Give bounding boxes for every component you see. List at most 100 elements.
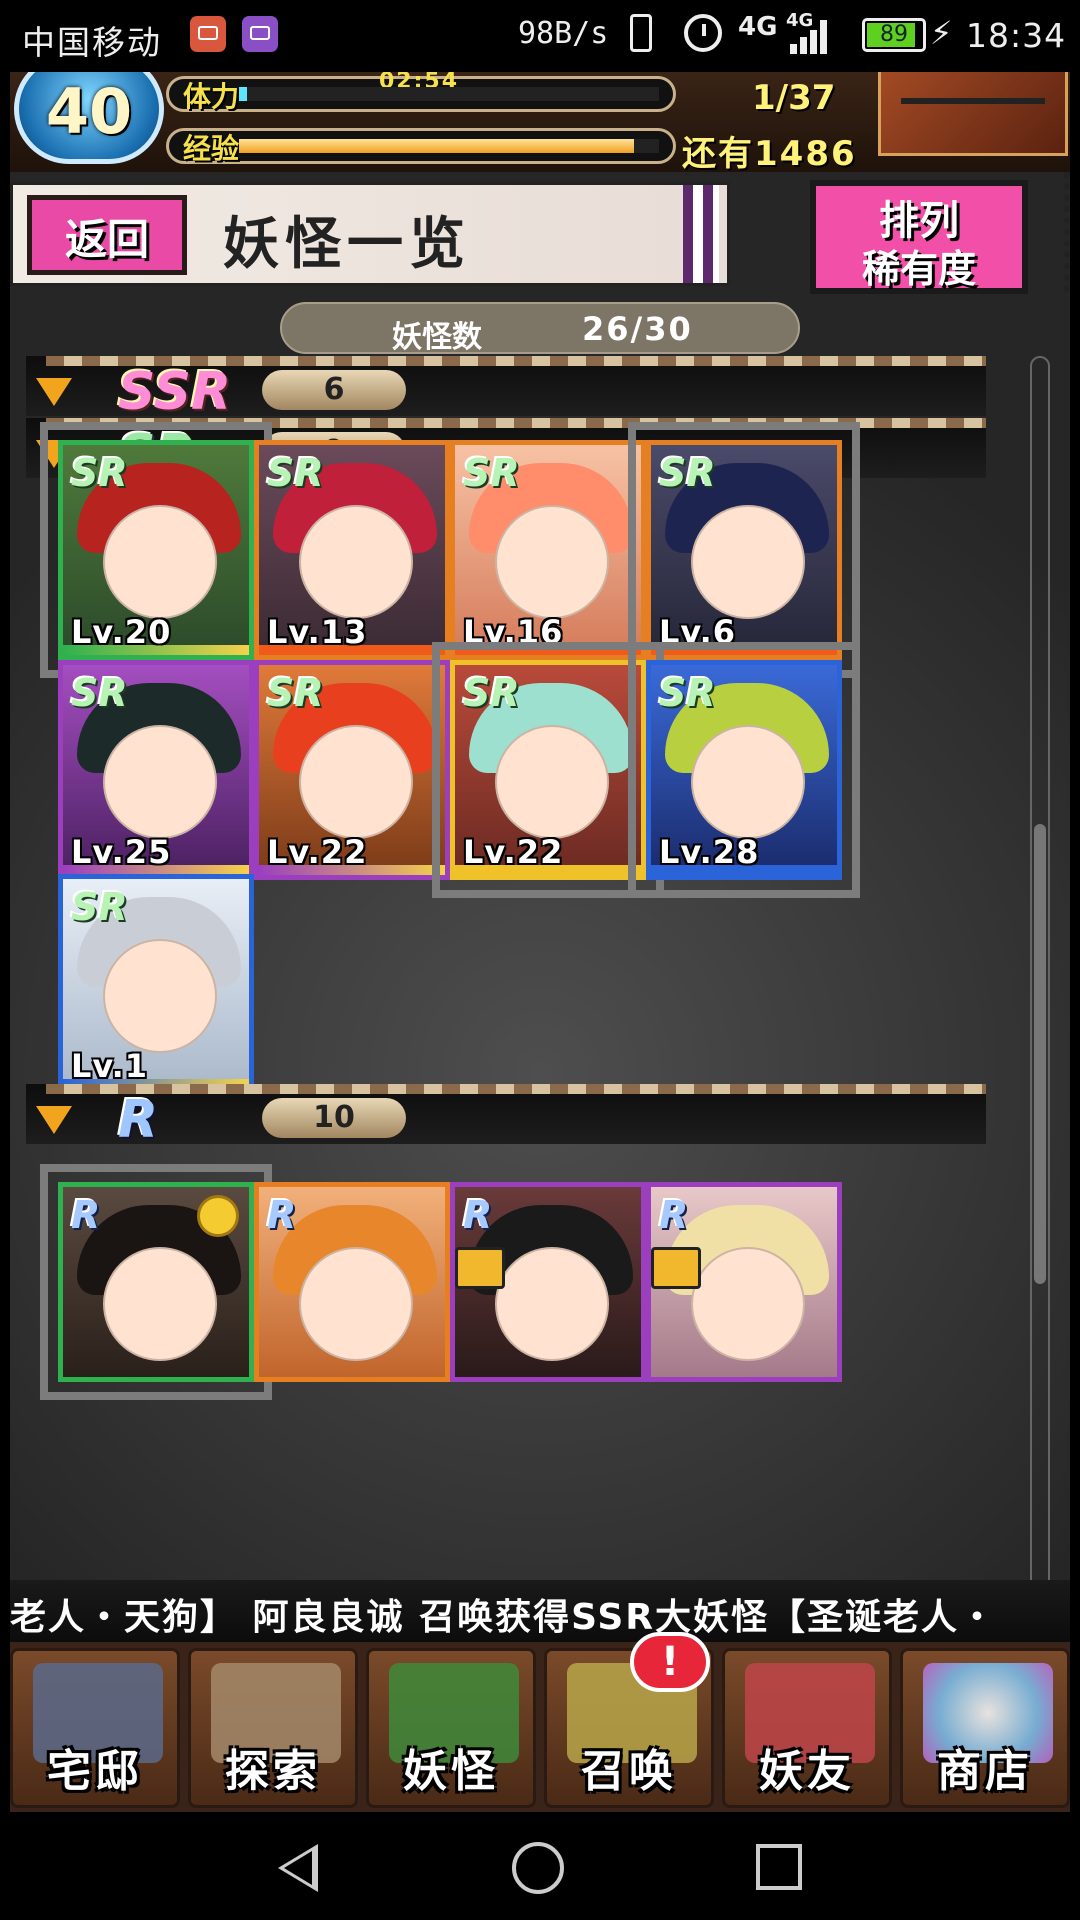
stamina-fill — [239, 87, 248, 101]
ssr-count: 6 — [262, 370, 406, 410]
back-button[interactable]: 返回 — [27, 195, 187, 275]
battery-level: 89 — [880, 22, 908, 47]
monster-card[interactable]: SR Lv.20 — [40, 422, 272, 678]
player-hud: 体力 02:54 经验 1/37 还有1486 40 — [10, 72, 1070, 174]
scrollbar-thumb[interactable] — [1034, 824, 1046, 1284]
recent-apps-icon[interactable] — [756, 1844, 802, 1890]
rarity-ssr-label: SSR — [118, 362, 232, 422]
scrollbar[interactable] — [1030, 356, 1050, 1646]
back-icon[interactable] — [278, 1844, 318, 1892]
rarity-badge: R — [267, 1193, 297, 1237]
monster-card[interactable]: SR Lv.22 — [432, 642, 664, 898]
stamina-bar: 体力 02:54 — [166, 72, 676, 113]
expand-arrow-icon — [36, 1106, 72, 1134]
nav-shop-label: 商店 — [937, 1746, 1033, 1797]
exp-fill — [239, 139, 634, 153]
expand-arrow-icon — [36, 378, 72, 406]
monster-count: 妖怪数 26/30 — [280, 302, 800, 355]
monster-card[interactable]: SR Lv.25 — [58, 660, 254, 880]
card-level: Lv.22 — [267, 833, 368, 871]
monster-card[interactable]: R — [40, 1164, 272, 1400]
signal-icon — [790, 20, 836, 54]
carrier-name: 中国移动 — [22, 23, 162, 62]
monster-card[interactable]: R — [646, 1182, 842, 1382]
nav-summon-label: 召唤 — [581, 1746, 677, 1797]
message-app-icon — [190, 16, 226, 52]
lock-icon — [455, 1247, 505, 1289]
medal-icon — [197, 1195, 239, 1237]
rarity-badge: SR — [463, 451, 520, 495]
charging-icon: ⚡ — [930, 14, 953, 52]
monster-card[interactable]: R — [254, 1182, 450, 1382]
network-type-1: 4G — [738, 12, 778, 42]
banner-stripe — [683, 185, 719, 283]
nav-explore-label: 探索 — [225, 1746, 321, 1797]
nav-home[interactable]: 宅邸 — [10, 1648, 180, 1808]
rarity-badge: SR — [267, 671, 324, 715]
ticker-text: 老人・天狗】 阿良良诚 召唤获得SSR大妖怪【圣诞老人・ — [10, 1597, 998, 1638]
rarity-badge: R — [659, 1193, 689, 1237]
rarity-badge: SR — [659, 451, 716, 495]
player-level-badge: 40 — [14, 72, 164, 164]
card-level: Lv.16 — [463, 613, 564, 651]
game-screen: 体力 02:54 经验 1/37 还有1486 40 返回 妖怪一览 排列 稀有… — [10, 72, 1070, 1812]
page-header: 返回 妖怪一览 — [10, 182, 730, 286]
rarity-badge: SR — [463, 671, 520, 715]
section-r-header[interactable]: R 10 — [26, 1084, 986, 1150]
nav-home-label: 宅邸 — [47, 1746, 143, 1797]
bottom-nav: 宅邸 探索 妖怪 召唤 妖友 商店 — [10, 1642, 1070, 1812]
monster-card[interactable]: SR Lv.6 — [628, 422, 860, 678]
monster-card[interactable]: R — [450, 1182, 646, 1382]
sort-button[interactable]: 排列 稀有度 — [810, 180, 1028, 294]
gift-box-icon[interactable] — [878, 72, 1068, 156]
page-title: 妖怪一览 — [223, 212, 471, 277]
monster-card[interactable]: SR Lv.22 — [254, 660, 450, 880]
monster-count-label: 妖怪数 — [392, 320, 482, 355]
stamina-label: 体力 — [183, 80, 240, 113]
rarity-badge: SR — [71, 885, 128, 929]
card-level: Lv.22 — [463, 833, 564, 871]
section-ssr-header[interactable]: SSR 6 — [26, 356, 986, 422]
nav-friends[interactable]: 妖友 — [722, 1648, 892, 1808]
player-level: 40 — [45, 75, 133, 148]
back-button-label: 返回 — [64, 215, 149, 264]
gear-decoration-icon — [1020, 172, 1070, 292]
exp-label: 经验 — [183, 132, 240, 165]
lock-icon — [651, 1247, 701, 1289]
home-icon[interactable] — [512, 1842, 564, 1894]
rarity-badge: SR — [71, 451, 128, 495]
battery-icon: 89 — [862, 18, 926, 52]
card-level: Lv.13 — [267, 613, 368, 651]
monster-count-value: 26/30 — [582, 310, 693, 348]
nav-shop[interactable]: 商店 — [900, 1648, 1070, 1808]
summon-notification-badge: ! — [630, 1632, 710, 1692]
rarity-badge: SR — [659, 671, 716, 715]
status-bar: 中国移动 98B/s 4G 4G 89 ⚡ 18:34 — [0, 0, 1080, 72]
card-level: Lv.1 — [71, 1047, 149, 1085]
rarity-badge: R — [71, 1193, 101, 1237]
clock: 18:34 — [966, 16, 1067, 55]
vibrate-icon — [630, 14, 652, 52]
announcement-ticker: 老人・天狗】 阿良良诚 召唤获得SSR大妖怪【圣诞老人・ — [10, 1580, 1070, 1642]
monster-card[interactable]: SR Lv.13 — [254, 440, 450, 660]
card-level: Lv.6 — [659, 613, 737, 651]
alarm-icon — [684, 14, 722, 52]
monster-card[interactable]: SR Lv.16 — [450, 440, 646, 660]
card-level: Lv.25 — [71, 833, 172, 871]
nav-explore[interactable]: 探索 — [188, 1648, 358, 1808]
rarity-badge: SR — [267, 451, 324, 495]
network-speed: 98B/s — [518, 16, 609, 51]
card-level: Lv.20 — [71, 613, 172, 651]
monster-card[interactable]: SR Lv.28 — [628, 642, 860, 898]
exp-remaining: 还有1486 — [682, 134, 857, 174]
rarity-badge: SR — [71, 671, 128, 715]
r-count: 10 — [262, 1098, 406, 1138]
nav-friends-label: 妖友 — [759, 1746, 855, 1797]
gallery-app-icon — [242, 16, 278, 52]
nav-monsters[interactable]: 妖怪 — [366, 1648, 536, 1808]
monster-card[interactable]: SR Lv.1 — [58, 874, 254, 1094]
rarity-badge: R — [463, 1193, 493, 1237]
exp-bar: 经验 — [166, 128, 676, 165]
stamina-count: 1/37 — [752, 78, 836, 118]
sort-mode-label: 稀有度 — [861, 247, 976, 291]
